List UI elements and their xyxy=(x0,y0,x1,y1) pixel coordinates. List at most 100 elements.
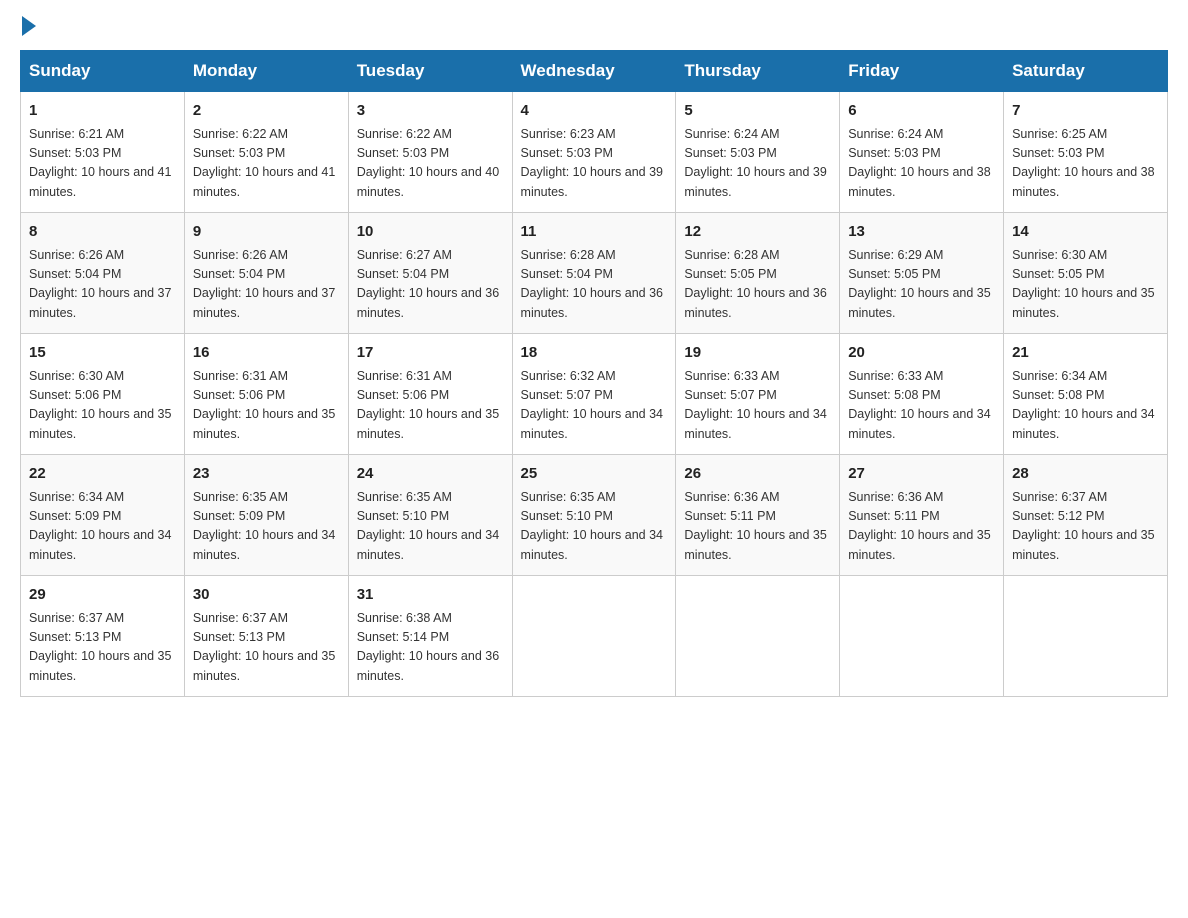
calendar-table: SundayMondayTuesdayWednesdayThursdayFrid… xyxy=(20,50,1168,697)
weekday-header-monday: Monday xyxy=(184,51,348,92)
weekday-header-friday: Friday xyxy=(840,51,1004,92)
day-number: 9 xyxy=(193,221,340,244)
weekday-header-thursday: Thursday xyxy=(676,51,840,92)
calendar-day-cell: 30Sunrise: 6:37 AMSunset: 5:13 PMDayligh… xyxy=(184,576,348,697)
calendar-day-cell: 23Sunrise: 6:35 AMSunset: 5:09 PMDayligh… xyxy=(184,455,348,576)
day-number: 25 xyxy=(521,463,668,486)
calendar-day-cell: 21Sunrise: 6:34 AMSunset: 5:08 PMDayligh… xyxy=(1004,334,1168,455)
day-number: 15 xyxy=(29,342,176,365)
calendar-day-cell: 11Sunrise: 6:28 AMSunset: 5:04 PMDayligh… xyxy=(512,213,676,334)
calendar-week-row: 29Sunrise: 6:37 AMSunset: 5:13 PMDayligh… xyxy=(21,576,1168,697)
day-info: Sunrise: 6:30 AMSunset: 5:06 PMDaylight:… xyxy=(29,367,176,445)
day-info: Sunrise: 6:34 AMSunset: 5:09 PMDaylight:… xyxy=(29,488,176,566)
calendar-day-cell: 16Sunrise: 6:31 AMSunset: 5:06 PMDayligh… xyxy=(184,334,348,455)
day-info: Sunrise: 6:31 AMSunset: 5:06 PMDaylight:… xyxy=(357,367,504,445)
calendar-day-cell xyxy=(840,576,1004,697)
weekday-header-wednesday: Wednesday xyxy=(512,51,676,92)
calendar-day-cell: 15Sunrise: 6:30 AMSunset: 5:06 PMDayligh… xyxy=(21,334,185,455)
day-number: 11 xyxy=(521,221,668,244)
day-info: Sunrise: 6:24 AMSunset: 5:03 PMDaylight:… xyxy=(848,125,995,203)
day-info: Sunrise: 6:23 AMSunset: 5:03 PMDaylight:… xyxy=(521,125,668,203)
calendar-day-cell: 10Sunrise: 6:27 AMSunset: 5:04 PMDayligh… xyxy=(348,213,512,334)
calendar-day-cell: 8Sunrise: 6:26 AMSunset: 5:04 PMDaylight… xyxy=(21,213,185,334)
day-number: 27 xyxy=(848,463,995,486)
day-info: Sunrise: 6:35 AMSunset: 5:10 PMDaylight:… xyxy=(357,488,504,566)
calendar-day-cell: 19Sunrise: 6:33 AMSunset: 5:07 PMDayligh… xyxy=(676,334,840,455)
day-number: 8 xyxy=(29,221,176,244)
day-info: Sunrise: 6:28 AMSunset: 5:05 PMDaylight:… xyxy=(684,246,831,324)
day-number: 21 xyxy=(1012,342,1159,365)
logo xyxy=(20,20,36,30)
day-number: 3 xyxy=(357,100,504,123)
calendar-day-cell: 12Sunrise: 6:28 AMSunset: 5:05 PMDayligh… xyxy=(676,213,840,334)
day-number: 28 xyxy=(1012,463,1159,486)
day-info: Sunrise: 6:36 AMSunset: 5:11 PMDaylight:… xyxy=(684,488,831,566)
day-number: 26 xyxy=(684,463,831,486)
calendar-day-cell: 17Sunrise: 6:31 AMSunset: 5:06 PMDayligh… xyxy=(348,334,512,455)
day-number: 16 xyxy=(193,342,340,365)
day-number: 10 xyxy=(357,221,504,244)
calendar-day-cell xyxy=(1004,576,1168,697)
calendar-day-cell xyxy=(512,576,676,697)
logo-triangle-icon xyxy=(22,16,36,36)
calendar-day-cell: 22Sunrise: 6:34 AMSunset: 5:09 PMDayligh… xyxy=(21,455,185,576)
calendar-week-row: 22Sunrise: 6:34 AMSunset: 5:09 PMDayligh… xyxy=(21,455,1168,576)
calendar-day-cell: 7Sunrise: 6:25 AMSunset: 5:03 PMDaylight… xyxy=(1004,92,1168,213)
day-number: 17 xyxy=(357,342,504,365)
day-info: Sunrise: 6:35 AMSunset: 5:10 PMDaylight:… xyxy=(521,488,668,566)
day-info: Sunrise: 6:28 AMSunset: 5:04 PMDaylight:… xyxy=(521,246,668,324)
day-number: 12 xyxy=(684,221,831,244)
calendar-day-cell: 3Sunrise: 6:22 AMSunset: 5:03 PMDaylight… xyxy=(348,92,512,213)
calendar-day-cell: 6Sunrise: 6:24 AMSunset: 5:03 PMDaylight… xyxy=(840,92,1004,213)
weekday-header-row: SundayMondayTuesdayWednesdayThursdayFrid… xyxy=(21,51,1168,92)
day-number: 5 xyxy=(684,100,831,123)
day-info: Sunrise: 6:27 AMSunset: 5:04 PMDaylight:… xyxy=(357,246,504,324)
day-info: Sunrise: 6:25 AMSunset: 5:03 PMDaylight:… xyxy=(1012,125,1159,203)
day-number: 6 xyxy=(848,100,995,123)
calendar-day-cell: 24Sunrise: 6:35 AMSunset: 5:10 PMDayligh… xyxy=(348,455,512,576)
day-info: Sunrise: 6:30 AMSunset: 5:05 PMDaylight:… xyxy=(1012,246,1159,324)
calendar-day-cell: 20Sunrise: 6:33 AMSunset: 5:08 PMDayligh… xyxy=(840,334,1004,455)
day-info: Sunrise: 6:24 AMSunset: 5:03 PMDaylight:… xyxy=(684,125,831,203)
day-number: 1 xyxy=(29,100,176,123)
day-number: 30 xyxy=(193,584,340,607)
calendar-week-row: 8 Sunrise: 6:26 AMSunset: 5:04 PMDaylight… xyxy=(21,213,1168,334)
day-number: 23 xyxy=(193,463,340,486)
day-info: Sunrise: 6:37 AMSunset: 5:13 PMDaylight:… xyxy=(193,609,340,687)
calendar-day-cell: 13Sunrise: 6:29 AMSunset: 5:05 PMDayligh… xyxy=(840,213,1004,334)
day-info: Sunrise: 6:38 AMSunset: 5:14 PMDaylight:… xyxy=(357,609,504,687)
day-number: 29 xyxy=(29,584,176,607)
day-info: Sunrise: 6:32 AMSunset: 5:07 PMDaylight:… xyxy=(521,367,668,445)
day-info: Sunrise: 6:35 AMSunset: 5:09 PMDaylight:… xyxy=(193,488,340,566)
calendar-day-cell: 2Sunrise: 6:22 AMSunset: 5:03 PMDaylight… xyxy=(184,92,348,213)
calendar-week-row: 15Sunrise: 6:30 AMSunset: 5:06 PMDayligh… xyxy=(21,334,1168,455)
calendar-day-cell xyxy=(676,576,840,697)
day-info: Sunrise: 6:26 AMSunset: 5:04 PMDaylight:… xyxy=(193,246,340,324)
day-info: Sunrise: 6:22 AMSunset: 5:03 PMDaylight:… xyxy=(193,125,340,203)
calendar-day-cell: 27Sunrise: 6:36 AMSunset: 5:11 PMDayligh… xyxy=(840,455,1004,576)
calendar-day-cell: 25Sunrise: 6:35 AMSunset: 5:10 PMDayligh… xyxy=(512,455,676,576)
day-number: 31 xyxy=(357,584,504,607)
calendar-day-cell: 18Sunrise: 6:32 AMSunset: 5:07 PMDayligh… xyxy=(512,334,676,455)
day-info: Sunrise: 6:33 AMSunset: 5:08 PMDaylight:… xyxy=(848,367,995,445)
weekday-header-saturday: Saturday xyxy=(1004,51,1168,92)
day-number: 2 xyxy=(193,100,340,123)
day-number: 22 xyxy=(29,463,176,486)
day-info: Sunrise: 6:37 AMSunset: 5:13 PMDaylight:… xyxy=(29,609,176,687)
day-info: Sunrise: 6:22 AMSunset: 5:03 PMDaylight:… xyxy=(357,125,504,203)
day-number: 18 xyxy=(521,342,668,365)
calendar-day-cell: 28Sunrise: 6:37 AMSunset: 5:12 PMDayligh… xyxy=(1004,455,1168,576)
weekday-header-sunday: Sunday xyxy=(21,51,185,92)
day-info: Sunrise: 6:31 AMSunset: 5:06 PMDaylight:… xyxy=(193,367,340,445)
calendar-day-cell: 26Sunrise: 6:36 AMSunset: 5:11 PMDayligh… xyxy=(676,455,840,576)
calendar-day-cell: 29Sunrise: 6:37 AMSunset: 5:13 PMDayligh… xyxy=(21,576,185,697)
day-number: 14 xyxy=(1012,221,1159,244)
day-number: 24 xyxy=(357,463,504,486)
day-info: Sunrise: 6:34 AMSunset: 5:08 PMDaylight:… xyxy=(1012,367,1159,445)
day-number: 4 xyxy=(521,100,668,123)
day-info: Sunrise: 6:29 AMSunset: 5:05 PMDaylight:… xyxy=(848,246,995,324)
calendar-day-cell: 1Sunrise: 6:21 AMSunset: 5:03 PMDaylight… xyxy=(21,92,185,213)
calendar-day-cell: 4Sunrise: 6:23 AMSunset: 5:03 PMDaylight… xyxy=(512,92,676,213)
page-header xyxy=(20,20,1168,30)
day-number: 13 xyxy=(848,221,995,244)
